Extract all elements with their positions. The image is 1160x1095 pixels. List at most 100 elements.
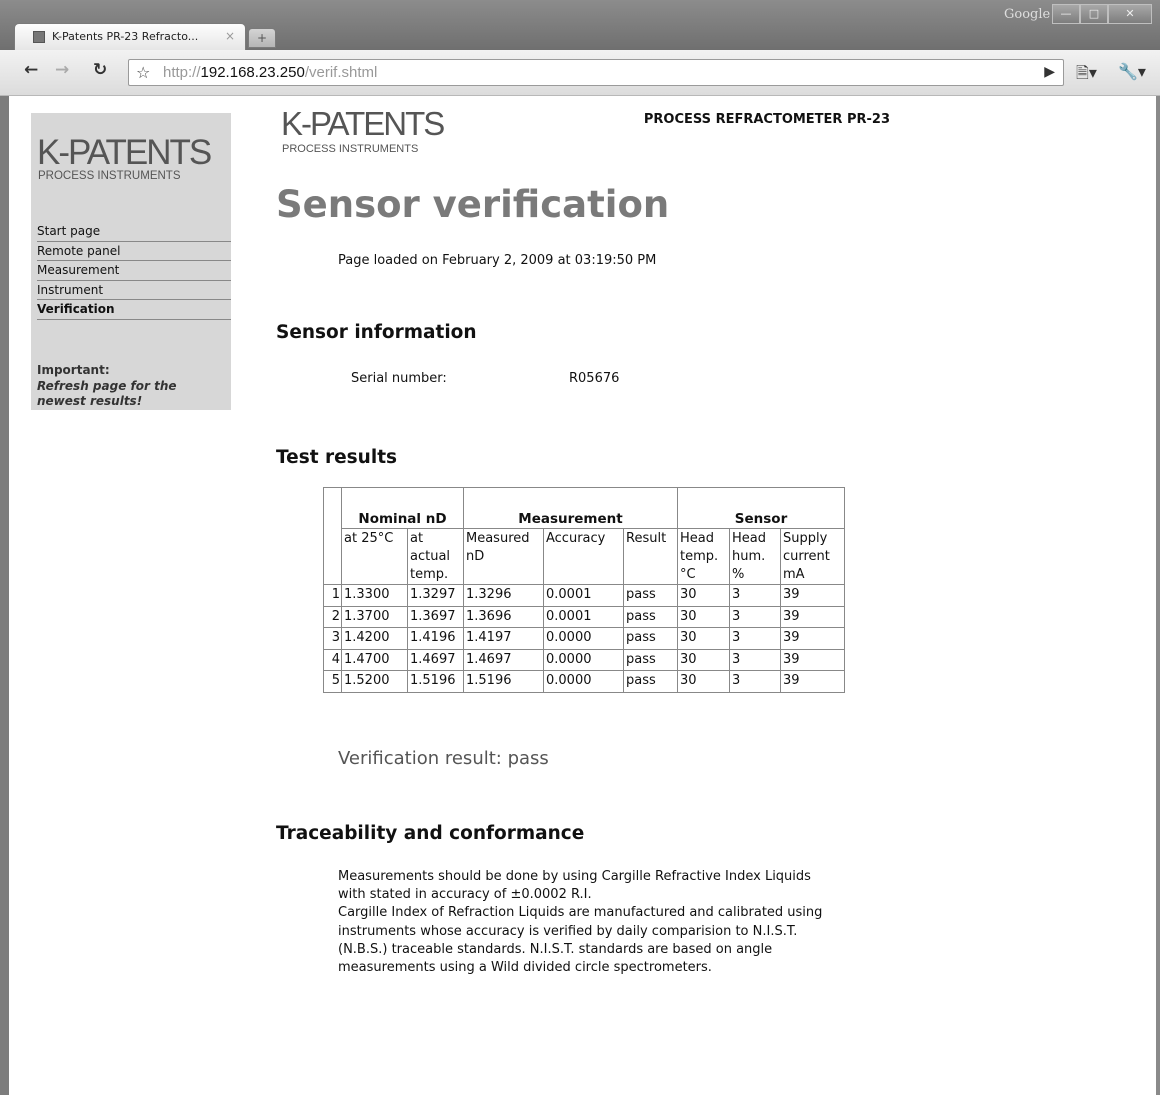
col-at-25c: at 25°C: [341, 528, 408, 585]
measurement-header: Measurement: [463, 487, 678, 529]
browser-toolbar: ← → ↻ ☆ http://192.168.23.250/verif.shtm…: [0, 50, 1160, 96]
tab-close-icon[interactable]: ×: [225, 29, 235, 43]
nominal-nd-header: Nominal nD: [341, 487, 464, 529]
back-arrow-icon[interactable]: ←: [24, 60, 38, 80]
title-bar-label: Google: [1004, 7, 1051, 22]
col-supply-current: Supply current mA: [780, 528, 845, 585]
sidebar-item-instrument[interactable]: Instrument: [37, 281, 231, 300]
window-frame-right: [1156, 96, 1160, 1095]
wrench-menu-icon[interactable]: 🔧▾: [1118, 62, 1146, 81]
cell-actual: 1.3697: [407, 605, 464, 628]
row-number: 4: [323, 648, 342, 671]
header-logo-subtitle: PROCESS INSTRUMENTS: [282, 143, 419, 155]
cell-head-hum: 3: [729, 605, 781, 628]
cell-result: pass: [623, 627, 678, 650]
cell-head-temp: 30: [677, 627, 730, 650]
verification-result: Verification result: pass: [338, 748, 549, 769]
sidebar-nav: Start page Remote panel Measurement Inst…: [37, 222, 231, 320]
page-viewport: K-PATENTS PROCESS INSTRUMENTS Start page…: [9, 96, 1156, 1095]
page-loaded-timestamp: Page loaded on February 2, 2009 at 03:19…: [338, 253, 657, 268]
cell-nominal: 1.4700: [341, 648, 408, 671]
window-frame-left: [0, 96, 9, 1095]
cell-measured: 1.4197: [463, 627, 544, 650]
table-subheader-row: at 25°C at actual temp. Measured nD Accu…: [324, 528, 845, 585]
cell-head-hum: 3: [729, 584, 781, 607]
cell-supply-current: 39: [780, 605, 845, 628]
cell-accuracy: 0.0000: [543, 627, 624, 650]
cell-nominal: 1.5200: [341, 670, 408, 693]
main-content: K-PATENTS PROCESS INSTRUMENTS PROCESS RE…: [258, 103, 914, 1023]
browser-tab[interactable]: K-Patents PR-23 Refracto... ×: [14, 23, 246, 50]
cell-result: pass: [623, 670, 678, 693]
cell-result: pass: [623, 584, 678, 607]
cell-actual: 1.4196: [407, 627, 464, 650]
serial-number-label: Serial number:: [351, 371, 447, 386]
cell-supply-current: 39: [780, 648, 845, 671]
important-label: Important:: [37, 363, 110, 377]
cell-supply-current: 39: [780, 584, 845, 607]
cell-head-hum: 3: [729, 648, 781, 671]
cell-head-hum: 3: [729, 627, 781, 650]
reload-icon[interactable]: ↻: [93, 60, 107, 80]
product-name: PROCESS REFRACTOMETER PR-23: [643, 112, 890, 127]
cell-actual: 1.4697: [407, 648, 464, 671]
cell-head-hum: 3: [729, 670, 781, 693]
refresh-note: Refresh page for the newest results!: [37, 379, 177, 409]
sidebar-item-remote-panel[interactable]: Remote panel: [37, 242, 231, 261]
sidebar: K-PATENTS PROCESS INSTRUMENTS Start page…: [31, 113, 231, 410]
cell-measured: 1.3696: [463, 605, 544, 628]
forward-arrow-icon[interactable]: →: [55, 60, 69, 80]
cell-accuracy: 0.0000: [543, 670, 624, 693]
cell-result: pass: [623, 605, 678, 628]
sidebar-item-verification[interactable]: Verification: [37, 300, 231, 320]
address-bar[interactable]: ☆ http://192.168.23.250/verif.shtml ▶: [128, 59, 1064, 86]
cell-measured: 1.4697: [463, 648, 544, 671]
cell-nominal: 1.3300: [341, 584, 408, 607]
sidebar-item-measurement[interactable]: Measurement: [37, 261, 231, 281]
cell-accuracy: 0.0001: [543, 584, 624, 607]
table-group-header-row: Nominal nD Measurement Sensor: [323, 487, 845, 585]
cell-head-temp: 30: [677, 648, 730, 671]
col-head-hum: Head hum. %: [729, 528, 781, 585]
cell-accuracy: 0.0001: [543, 605, 624, 628]
serial-number-value: R05676: [569, 371, 620, 386]
refresh-note-line-1: Refresh page for the: [37, 379, 177, 393]
url-text[interactable]: http://192.168.23.250/verif.shtml: [163, 64, 377, 81]
col-result: Result: [623, 528, 678, 585]
row-number: 2: [323, 605, 342, 628]
sidebar-item-start-page[interactable]: Start page: [37, 222, 231, 242]
row-number: 1: [323, 584, 342, 607]
table-row: 5 1.5200 1.5196 1.5196 0.0000 pass 30 3 …: [323, 670, 845, 693]
minimize-icon[interactable]: —: [1052, 4, 1080, 24]
cell-actual: 1.3297: [407, 584, 464, 607]
close-window-icon[interactable]: ✕: [1108, 4, 1152, 24]
sidebar-logo-subtitle: PROCESS INSTRUMENTS: [38, 170, 181, 182]
cell-measured: 1.5196: [463, 670, 544, 693]
cell-accuracy: 0.0000: [543, 648, 624, 671]
row-number: 5: [323, 670, 342, 693]
header-logo: K-PATENTS: [281, 105, 445, 142]
col-head-temp: Head temp. °C: [677, 528, 730, 585]
tab-title: K-Patents PR-23 Refracto...: [52, 30, 199, 43]
table-row: 4 1.4700 1.4697 1.4697 0.0000 pass 30 3 …: [323, 648, 845, 671]
bookmark-star-icon[interactable]: ☆: [136, 63, 150, 82]
maximize-icon[interactable]: □: [1080, 4, 1108, 24]
cell-head-temp: 30: [677, 605, 730, 628]
col-accuracy: Accuracy: [543, 528, 624, 585]
traceability-heading: Traceability and conformance: [276, 823, 585, 844]
window-controls: — □ ✕: [1052, 4, 1152, 26]
cell-supply-current: 39: [780, 627, 845, 650]
new-tab-button[interactable]: +: [248, 28, 276, 48]
sensor-info-heading: Sensor information: [276, 322, 477, 343]
cell-measured: 1.3296: [463, 584, 544, 607]
cell-nominal: 1.3700: [341, 605, 408, 628]
go-arrow-icon[interactable]: ▶: [1044, 64, 1055, 80]
cell-head-temp: 30: [677, 584, 730, 607]
col-measured-nd: Measured nD: [463, 528, 544, 585]
cell-result: pass: [623, 648, 678, 671]
cell-supply-current: 39: [780, 670, 845, 693]
page-menu-icon[interactable]: 🗎▾: [1076, 62, 1097, 89]
test-results-heading: Test results: [276, 447, 398, 468]
sidebar-logo: K-PATENTS: [37, 133, 212, 172]
row-number-header: [323, 487, 342, 585]
